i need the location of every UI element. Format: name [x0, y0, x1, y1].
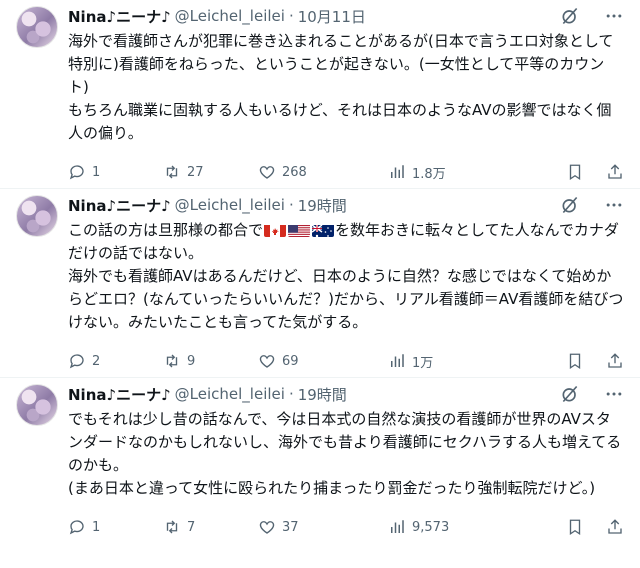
- display-name[interactable]: Nina♪ニーナ♪: [68, 384, 171, 405]
- bookmark-icon[interactable]: [566, 518, 584, 536]
- share-icon[interactable]: [606, 352, 624, 370]
- more-icon[interactable]: [604, 384, 624, 404]
- reply-count: 1: [92, 519, 101, 535]
- timestamp[interactable]: 19時間: [298, 195, 347, 216]
- usa-flag-icon: [288, 223, 311, 237]
- share-icon[interactable]: [606, 163, 624, 181]
- tweet[interactable]: Nina♪ニーナ♪ @Leichel_leilei · 19時間 この話の方は旦…: [0, 188, 640, 377]
- tweet-actions: 1 7 37 9,573: [68, 508, 624, 546]
- more-icon[interactable]: [604, 6, 624, 26]
- tweet[interactable]: Nina♪ニーナ♪ @Leichel_leilei · 19時間 でもそれは少し…: [0, 377, 640, 568]
- avatar[interactable]: [16, 6, 58, 48]
- tweet-header: Nina♪ニーナ♪ @Leichel_leilei · 10月11日: [68, 0, 624, 28]
- share-icon[interactable]: [606, 518, 624, 536]
- australia-flag-icon: [312, 223, 335, 237]
- bookmark-icon[interactable]: [566, 352, 584, 370]
- reply-icon: [69, 165, 84, 180]
- timestamp[interactable]: 10月11日: [298, 6, 366, 27]
- tweet-actions: 1 27 268 1.8万: [68, 153, 624, 191]
- like-button[interactable]: 37: [258, 518, 388, 536]
- like-button[interactable]: 268: [258, 163, 388, 181]
- reply-count: 2: [92, 353, 101, 369]
- like-button[interactable]: 69: [258, 352, 388, 370]
- grok-icon[interactable]: [560, 384, 580, 404]
- separator-dot: ·: [288, 196, 294, 214]
- views-icon: [391, 165, 404, 178]
- user-handle[interactable]: @Leichel_leilei: [175, 196, 285, 214]
- bookmark-icon[interactable]: [566, 163, 584, 181]
- retweet-count: 7: [187, 519, 196, 535]
- tweet-text: この話の方は旦那様の都合で を数年おきに転々としてた人なんでカナダだけの話ではない…: [68, 219, 624, 334]
- separator-dot: ·: [288, 7, 294, 25]
- view-count: 1.8万: [412, 166, 446, 182]
- reply-button[interactable]: 1: [68, 163, 163, 181]
- display-name[interactable]: Nina♪ニーナ♪: [68, 195, 171, 216]
- heart-icon: [259, 521, 275, 534]
- retweet-button[interactable]: 9: [163, 352, 258, 370]
- like-count: 268: [282, 164, 307, 180]
- reply-icon: [69, 520, 84, 535]
- tweet-actions: 2 9 69 1万: [68, 342, 624, 380]
- views-button[interactable]: 1.8万: [388, 163, 513, 182]
- grok-icon[interactable]: [560, 6, 580, 26]
- reply-icon: [69, 354, 84, 369]
- views-icon: [391, 520, 404, 533]
- like-count: 69: [282, 353, 299, 369]
- heart-icon: [259, 166, 275, 179]
- retweet-icon: [166, 520, 178, 534]
- view-count: 1万: [412, 355, 434, 371]
- separator-dot: ·: [288, 385, 294, 403]
- like-count: 37: [282, 519, 299, 535]
- retweet-icon: [166, 354, 178, 368]
- reply-count: 1: [92, 164, 101, 180]
- views-button[interactable]: 9,573: [388, 518, 513, 536]
- reply-button[interactable]: 1: [68, 518, 163, 536]
- retweet-button[interactable]: 27: [163, 163, 258, 181]
- retweet-icon: [166, 165, 178, 179]
- canada-flag-icon: [264, 223, 287, 237]
- timestamp[interactable]: 19時間: [298, 384, 347, 405]
- tweet[interactable]: Nina♪ニーナ♪ @Leichel_leilei · 10月11日 海外で看護…: [0, 0, 640, 188]
- more-icon[interactable]: [604, 195, 624, 215]
- views-icon: [391, 354, 404, 367]
- user-handle[interactable]: @Leichel_leilei: [175, 7, 285, 25]
- display-name[interactable]: Nina♪ニーナ♪: [68, 6, 171, 27]
- retweet-button[interactable]: 7: [163, 518, 258, 536]
- user-handle[interactable]: @Leichel_leilei: [175, 385, 285, 403]
- tweet-text-before-flags: この話の方は旦那様の都合で: [68, 221, 264, 239]
- tweet-header: Nina♪ニーナ♪ @Leichel_leilei · 19時間: [68, 189, 624, 217]
- heart-icon: [259, 355, 275, 368]
- views-button[interactable]: 1万: [388, 352, 513, 371]
- retweet-count: 27: [187, 164, 204, 180]
- retweet-count: 9: [187, 353, 196, 369]
- tweet-text: 海外で看護師さんが犯罪に巻き込まれることがあるが(日本で言うエロ対象として特別に…: [68, 32, 614, 142]
- view-count: 9,573: [412, 519, 450, 535]
- reply-button[interactable]: 2: [68, 352, 163, 370]
- avatar[interactable]: [16, 195, 58, 237]
- avatar[interactable]: [16, 384, 58, 426]
- tweet-header: Nina♪ニーナ♪ @Leichel_leilei · 19時間: [68, 378, 624, 406]
- grok-icon[interactable]: [560, 195, 580, 215]
- tweet-text: でもそれは少し昔の話なんで、今は日本式の自然な演技の看護師が世界のAVスタンダー…: [68, 410, 622, 497]
